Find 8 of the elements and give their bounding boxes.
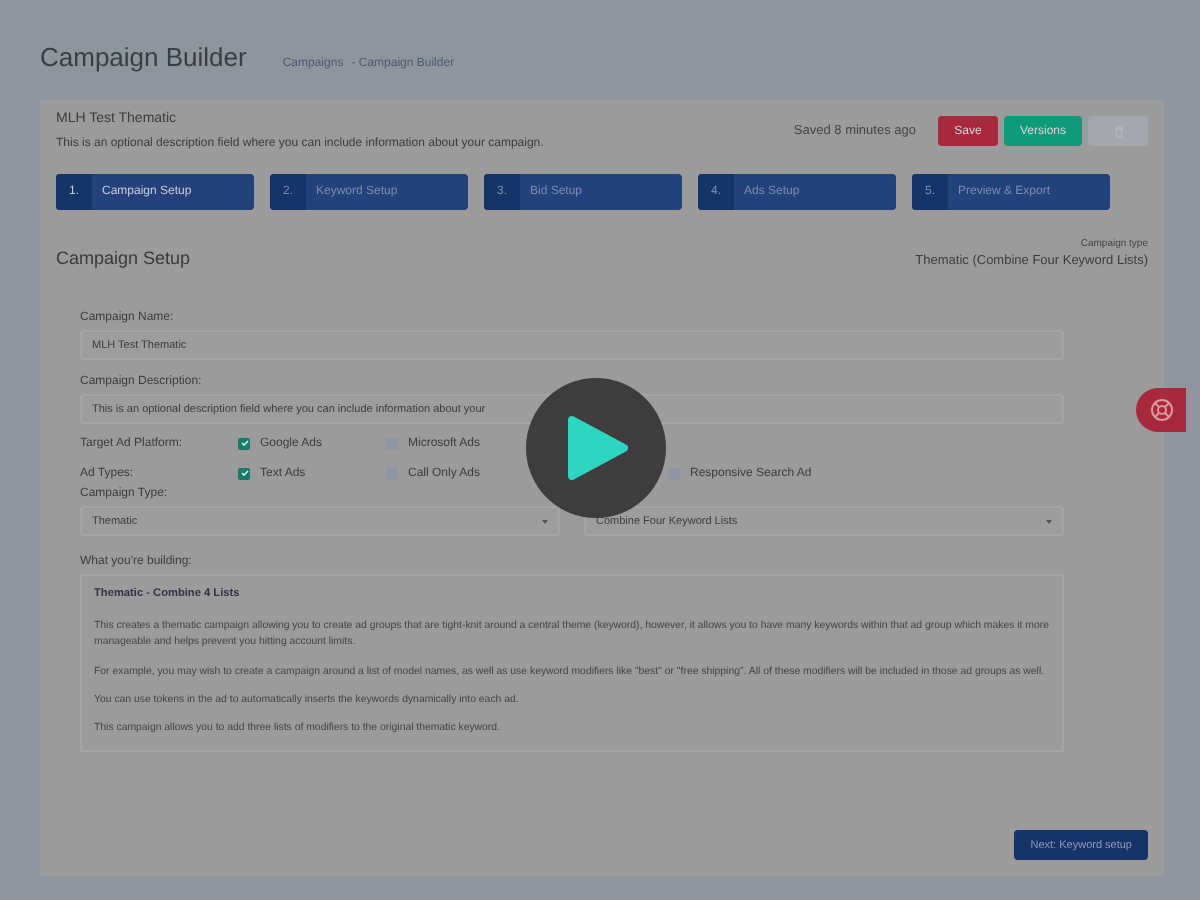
lifebuoy-icon [1149,398,1173,422]
help-button[interactable] [1136,388,1186,432]
play-icon [564,414,628,482]
section-title: Campaign Setup [56,248,191,268]
page-title: Campaign Builder [40,42,247,72]
check-icon [239,438,249,448]
check-icon [239,468,249,478]
caret-icon [1046,519,1052,523]
